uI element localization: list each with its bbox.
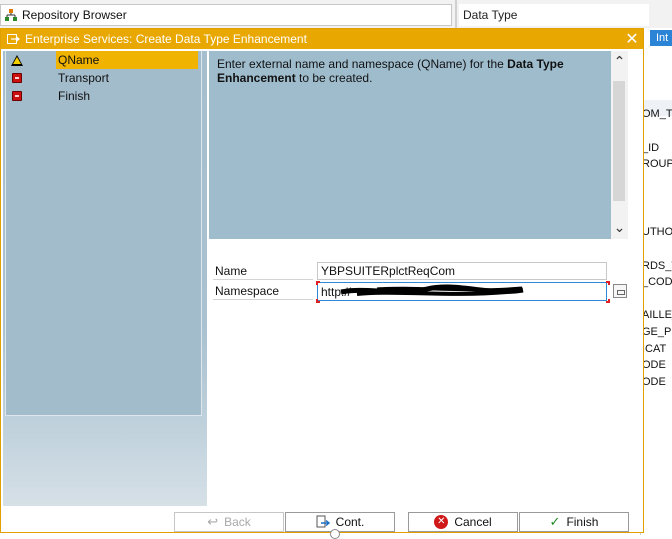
back-icon: ↩ — [207, 514, 219, 529]
hierarchy-icon — [5, 9, 17, 21]
repository-browser-label: Repository Browser — [22, 8, 127, 22]
continue-label: Cont. — [335, 515, 365, 529]
instruction-panel: Enter external name and namespace (QName… — [209, 51, 611, 239]
back-button[interactable]: ↩ Back — [174, 512, 284, 532]
step-finish[interactable]: Finish — [6, 87, 201, 105]
name-row: Name — [213, 262, 607, 280]
required-marker — [316, 281, 320, 285]
checkmark-icon: ✓ — [549, 514, 561, 529]
repository-browser-bar[interactable]: Repository Browser — [0, 4, 452, 26]
close-icon[interactable]: ✕ — [621, 29, 643, 49]
dialog-body: QName Transport Finish Enter external na… — [1, 49, 643, 532]
wizard-step-list: QName Transport Finish — [5, 51, 202, 416]
background-field: AILLE_ — [642, 309, 672, 321]
background-field: ODE — [642, 359, 666, 371]
background-field: ROUP_ — [642, 158, 672, 170]
back-label: Back — [224, 515, 251, 529]
cancel-button[interactable]: ✕ Cancel — [408, 512, 518, 532]
namespace-field[interactable] — [317, 282, 607, 301]
namespace-row: Namespace — [213, 281, 633, 303]
resize-handle[interactable] — [330, 529, 340, 539]
create-data-type-enhancement-dialog: Enterprise Services: Create Data Type En… — [0, 28, 644, 533]
background-field: ODE — [642, 376, 666, 388]
background-field: OM_T — [642, 108, 672, 120]
data-type-label: Data Type — [463, 8, 518, 22]
background-field: GE_P — [642, 326, 672, 338]
stop-icon — [10, 89, 24, 103]
background-field: _ID — [642, 142, 660, 154]
continue-icon — [316, 515, 330, 528]
background-field: ICAT — [642, 343, 667, 355]
step-qname[interactable]: QName — [6, 51, 201, 69]
stop-icon — [10, 71, 24, 85]
scroll-up-icon[interactable]: ⌃ — [611, 51, 628, 71]
step-label: Finish — [58, 89, 91, 103]
data-type-header: Data Type — [459, 4, 649, 26]
instruction-scrollbar[interactable]: ⌃ ⌄ — [611, 51, 628, 239]
cancel-label: Cancel — [454, 515, 492, 529]
name-label: Name — [213, 262, 313, 280]
dialog-title-bar[interactable]: Enterprise Services: Create Data Type En… — [1, 29, 643, 49]
background-field: RDS_T — [642, 260, 672, 272]
required-marker — [606, 299, 610, 303]
instruction-text-before: Enter external name and namespace (QName… — [217, 57, 508, 71]
dialog-footer: ↩ Back Cont. ✕ Cancel ✓ Finish — [1, 512, 645, 536]
scroll-thumb[interactable] — [613, 81, 625, 201]
int-button[interactable]: Int — [650, 30, 672, 46]
name-field[interactable] — [317, 262, 607, 280]
background-field: UTHO — [642, 226, 672, 238]
finish-button[interactable]: ✓ Finish — [519, 512, 629, 532]
instruction-text-after: to be created. — [295, 71, 373, 85]
namespace-field-wrapper — [316, 281, 610, 303]
step-transport[interactable]: Transport — [6, 69, 201, 87]
continue-button[interactable]: Cont. — [285, 512, 395, 532]
wizard-navigation-panel: QName Transport Finish — [3, 51, 207, 506]
scroll-down-icon[interactable]: ⌄ — [611, 217, 628, 237]
namespace-label: Namespace — [213, 282, 313, 300]
background-field: _CODI — [642, 276, 672, 288]
step-label: Transport — [58, 71, 109, 85]
required-marker — [606, 281, 610, 285]
cancel-icon: ✕ — [434, 515, 449, 529]
step-label: QName — [56, 51, 198, 69]
splitter[interactable] — [455, 0, 457, 28]
warning-icon — [10, 53, 24, 67]
wizard-icon — [7, 34, 20, 44]
dialog-title: Enterprise Services: Create Data Type En… — [25, 32, 307, 46]
value-help-icon[interactable] — [613, 284, 627, 298]
finish-label: Finish — [566, 515, 599, 529]
required-marker — [316, 299, 320, 303]
